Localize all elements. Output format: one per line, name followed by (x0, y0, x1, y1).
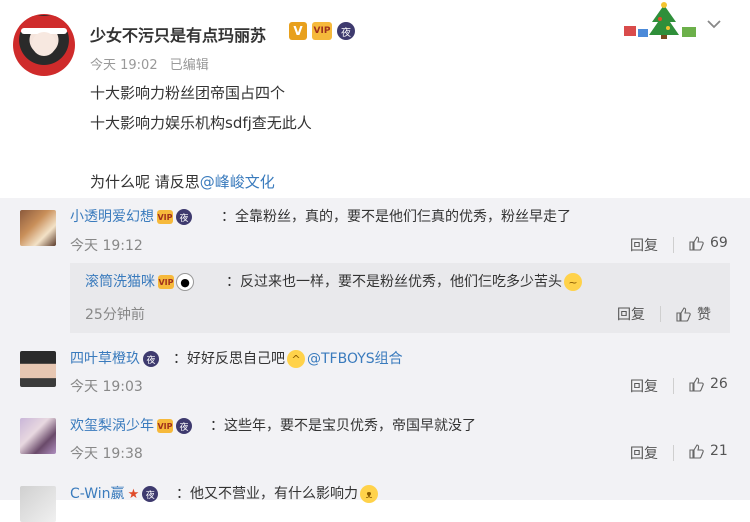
comment-time: 今天 19:12 (70, 238, 143, 254)
awkward-emoji-icon: ~ (564, 273, 582, 291)
nested-like-button[interactable]: 赞 (675, 304, 711, 324)
commenter-avatar[interactable] (20, 210, 56, 246)
weibo-post: 少女不污只是有点玛丽苏 V VIP 夜 今天 19:02 已编辑 十大影响力粉丝… (0, 0, 750, 198)
christmas-tree-icon (624, 2, 696, 39)
post-meta: 今天 19:02 已编辑 (90, 54, 217, 73)
nested-commenter-name[interactable]: 滚筒洗猫咪 VIP ● (85, 271, 196, 291)
post-time: 今天 19:02 (90, 58, 158, 73)
panda-icon: ● (176, 273, 194, 291)
commenter-name[interactable]: 小透明爱幻想 VIP 夜 (70, 206, 192, 226)
nested-reply-button[interactable]: 回复 (617, 304, 645, 324)
like-button[interactable]: 26 (688, 376, 728, 392)
divider (673, 378, 674, 394)
like-button[interactable]: 21 (688, 443, 728, 459)
divider (673, 237, 674, 253)
commenter-avatar[interactable] (20, 418, 56, 454)
post-line-2: 十大影响力娱乐机构sdfj查无此人 (90, 114, 312, 132)
user-badges: V VIP 夜 (289, 22, 355, 40)
nested-comment-time: 25分钟前 (85, 307, 145, 323)
reply-button[interactable]: 回复 (630, 235, 658, 255)
post-line-3: 为什么呢 请反思@峰峻文化 (90, 171, 275, 192)
divider (660, 306, 661, 322)
cat-emoji-icon: ᴥ (360, 485, 378, 503)
reply-button[interactable]: 回复 (630, 443, 658, 463)
thumbs-up-icon (676, 307, 691, 322)
commenter-name[interactable]: C-Win嬴 ★ 夜 (70, 483, 159, 503)
comment-time: 今天 19:03 (70, 379, 143, 395)
vip-icon: VIP (312, 22, 332, 40)
commenter-avatar[interactable] (20, 351, 56, 387)
commenter-name[interactable]: 欢玺梨涡少年 VIP 夜 (70, 415, 192, 435)
vip-icon: VIP (157, 419, 173, 433)
nested-comment-text: ：反过来也一样，要不是粉丝优秀，他们仨吃多少苦头 ~ (226, 271, 584, 291)
thumbs-up-icon (689, 444, 704, 459)
chevron-down-icon[interactable] (704, 14, 724, 34)
divider (673, 445, 674, 461)
reply-button[interactable]: 回复 (630, 376, 658, 396)
comment-text: ：全靠粉丝，真的，要不是他们仨真的优秀，粉丝早走了 (221, 209, 571, 225)
nested-reply: 滚筒洗猫咪 VIP ● ：反过来也一样，要不是粉丝优秀，他们仨吃多少苦头 ~ 25分钟… (70, 263, 730, 333)
comment-section: 小透明爱幻想 VIP 夜 ：全靠粉丝，真的，要不是他们仨真的优秀，粉丝早走了 今天 … (0, 198, 750, 522)
night-badge-icon: 夜 (176, 418, 192, 434)
night-badge-icon: 夜 (176, 209, 192, 225)
post-line-1: 十大影响力粉丝团帝国占四个 (90, 84, 286, 102)
thumbs-up-icon (689, 236, 704, 251)
like-button[interactable]: 69 (688, 235, 728, 251)
post-username[interactable]: 少女不污只是有点玛丽苏 (90, 22, 266, 46)
night-badge-icon: 夜 (143, 351, 159, 367)
verified-icon: V (289, 22, 307, 40)
night-badge-icon: 夜 (337, 22, 355, 40)
vip-icon: VIP (158, 275, 174, 289)
commenter-avatar[interactable] (20, 486, 56, 522)
edited-label: 已编辑 (169, 58, 209, 73)
mention-link[interactable]: @TFBOYS组合 (307, 351, 403, 367)
commenter-name[interactable]: 四叶草橙玖夜 (70, 348, 159, 368)
shy-emoji-icon: ^ (287, 350, 305, 368)
thumbs-up-icon (689, 377, 704, 392)
vip-icon: VIP (157, 210, 173, 224)
user-avatar[interactable] (13, 14, 75, 76)
comment-time: 今天 19:38 (70, 446, 143, 462)
mention-link[interactable]: @峰峻文化 (200, 173, 275, 191)
comment-text: ：这些年，要不是宝贝优秀，帝国早就没了 (210, 418, 476, 434)
comment-text: ：他又不营业，有什么影响力 ᴥ (176, 483, 380, 503)
post-line-3-text: 为什么呢 请反思 (90, 173, 200, 191)
comment-text: ：好好反思自己吧 ^ @TFBOYS组合 (173, 350, 403, 368)
